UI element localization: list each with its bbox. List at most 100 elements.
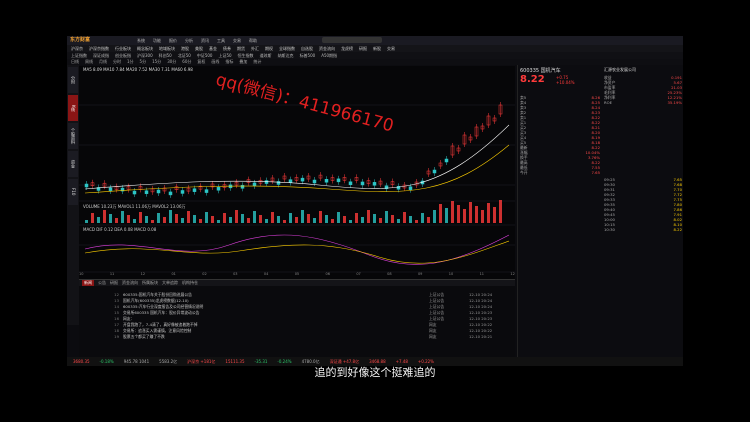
menubar2-item[interactable]: 北证50 xyxy=(178,52,191,59)
menubar1-item[interactable]: 自选股 xyxy=(301,45,313,52)
menubar1-item[interactable]: 期货 xyxy=(237,45,245,52)
status-item: 4780.0亿 xyxy=(301,359,320,364)
menubar1-item[interactable]: 期权 xyxy=(265,45,273,52)
left-tab[interactable]: F10 xyxy=(68,179,78,205)
trade-value: 8.22 xyxy=(673,227,682,232)
menu-item[interactable]: 工具 xyxy=(217,37,225,44)
volume-bar xyxy=(445,208,448,223)
left-tab[interactable]: K线 xyxy=(68,95,78,121)
menubar1-item[interactable]: 交易 xyxy=(387,45,395,52)
order-book: 卖5 8.26 卖4 8.25 卖3 8.24 卖2 8.23 卖1 8.22 买1 8.22 买2 8.… xyxy=(520,95,600,175)
candle-body xyxy=(324,178,329,183)
menu-item[interactable]: 资讯 xyxy=(201,37,209,44)
news-tab[interactable]: 公告 xyxy=(98,280,106,286)
price-change: +0.75 +10.04% xyxy=(556,75,575,85)
ma-line xyxy=(84,144,510,194)
news-tab[interactable]: 大单追踪 xyxy=(162,280,178,286)
menubar2-item[interactable]: 沪深300 xyxy=(137,52,153,59)
menubar1-item[interactable]: 港股 xyxy=(181,45,189,52)
menubar2-item[interactable]: 标普500 xyxy=(300,52,316,59)
status-item: -0.18% xyxy=(99,359,114,364)
menubar1-item[interactable]: 全球指数 xyxy=(279,45,295,52)
news-date: 12-10 20:21 xyxy=(469,334,493,339)
menubar1-item[interactable]: 概念板块 xyxy=(137,45,153,52)
volume-bar xyxy=(391,215,394,223)
menubar1-item[interactable]: 研报 xyxy=(359,45,367,52)
candle-body xyxy=(192,188,197,192)
menubar2-item[interactable]: 道琼斯 xyxy=(260,52,272,59)
status-item: 沪深京 +181亿 xyxy=(187,359,216,364)
news-tab[interactable]: 机构持仓 xyxy=(182,280,198,286)
news-row[interactable]: 19 股票五个都买了赚了不跌 网友 12-10 20:21 xyxy=(79,334,515,340)
volume-bar xyxy=(301,210,304,223)
left-tab[interactable]: 个股资料 xyxy=(68,123,78,149)
menu-item[interactable]: 功能 xyxy=(153,37,161,44)
menubar2-item[interactable]: 纳斯达克 xyxy=(278,52,294,59)
macd-line xyxy=(84,240,510,264)
menubar2-item[interactable]: A50期指 xyxy=(321,52,337,59)
menu-item[interactable]: 分析 xyxy=(185,37,193,44)
volume-bar xyxy=(421,213,424,223)
volume-bar xyxy=(235,210,238,223)
video-subtitle: 追的到好像这个挺难追的 xyxy=(314,366,436,379)
quote-label: 今开 xyxy=(520,170,528,175)
menubar1-item[interactable]: 龙虎榜 xyxy=(341,45,353,52)
x-tick-label: 06 xyxy=(325,272,330,276)
menu-item[interactable]: 交易 xyxy=(233,37,241,44)
volume-bar xyxy=(115,218,118,223)
menubar2-item[interactable]: 恒生指数 xyxy=(238,52,254,59)
menubar2-item[interactable]: 创业板指 xyxy=(115,52,131,59)
menubar1-item[interactable]: 债券 xyxy=(223,45,231,52)
search-input[interactable] xyxy=(322,37,382,43)
candle-body xyxy=(312,179,317,184)
change-percent: +10.04% xyxy=(556,80,575,85)
status-item: 3680.35 xyxy=(73,359,90,364)
menubar1-item[interactable]: 美股 xyxy=(195,45,203,52)
menubar1-item[interactable]: 行业板块 xyxy=(115,45,131,52)
left-tab[interactable]: 分时 xyxy=(68,67,78,93)
volume-bar xyxy=(409,216,412,223)
menubar2-item[interactable]: 科创50 xyxy=(159,52,172,59)
volume-bar xyxy=(283,220,286,223)
news-tabs: 新闻 公告 研报 资金流向 所属板块 大单追踪 机构持仓 xyxy=(79,280,515,286)
news-tab[interactable]: 所属板块 xyxy=(142,280,158,286)
menubar1-item[interactable]: 沪深京指数 xyxy=(89,45,109,52)
volume-bar xyxy=(217,220,220,223)
menubar2-item[interactable]: 上证50 xyxy=(218,52,231,59)
volume-bar xyxy=(193,215,196,223)
volume-bar xyxy=(385,211,388,223)
menubar2-item[interactable]: 上证指数 xyxy=(71,52,87,59)
menubar1-item[interactable]: 新股 xyxy=(373,45,381,52)
volume-bar xyxy=(223,213,226,223)
x-tick-label: 01 xyxy=(171,272,176,276)
volume-bar xyxy=(271,212,274,223)
menubar1-item[interactable]: 外汇 xyxy=(251,45,259,52)
market-menubar: 沪深京 沪深京指数 行业板块 概念板块 地域板块 港股 美股 基金 债券 期货 外汇 期权 全球指数 自选… xyxy=(67,45,683,52)
menu-item[interactable]: 系统 xyxy=(137,37,145,44)
f10-value: 35.19% xyxy=(667,100,682,105)
menu-item[interactable]: 报价 xyxy=(169,37,177,44)
news-tab[interactable]: 新闻 xyxy=(82,280,94,286)
status-item: +7.48 xyxy=(395,359,408,364)
volume-bar xyxy=(487,203,490,223)
volume-bar xyxy=(367,210,370,223)
menubar1-item[interactable]: 基金 xyxy=(209,45,217,52)
menubar1-item[interactable]: 资金流向 xyxy=(319,45,335,52)
menubar2-item[interactable]: 中证500 xyxy=(197,52,213,59)
volume-bar xyxy=(463,209,466,223)
candle-body xyxy=(84,183,89,188)
fundamentals: 收益 0.191 净资产 5.67 市盈率 21.03 毛利率 25.23% 净利率 12.21%… xyxy=(604,75,682,105)
candle-body xyxy=(444,158,449,163)
menubar1-item[interactable]: 沪深京 xyxy=(71,45,83,52)
app-logo: 东方财富 xyxy=(70,37,91,43)
volume-bar xyxy=(481,210,484,223)
news-title[interactable]: 股票五个都买了赚了不跌 xyxy=(123,334,429,340)
menu-item[interactable]: 帮助 xyxy=(249,37,257,44)
menubar2-item[interactable]: 深证成指 xyxy=(93,52,109,59)
volume-bar xyxy=(439,204,442,223)
menubar1-item[interactable]: 地域板块 xyxy=(159,45,175,52)
news-tab[interactable]: 资金流向 xyxy=(122,280,138,286)
news-tab[interactable]: 研报 xyxy=(110,280,118,286)
left-tab[interactable]: 资金 xyxy=(68,151,78,177)
trade-row: 10:30 8.22 xyxy=(604,227,682,232)
